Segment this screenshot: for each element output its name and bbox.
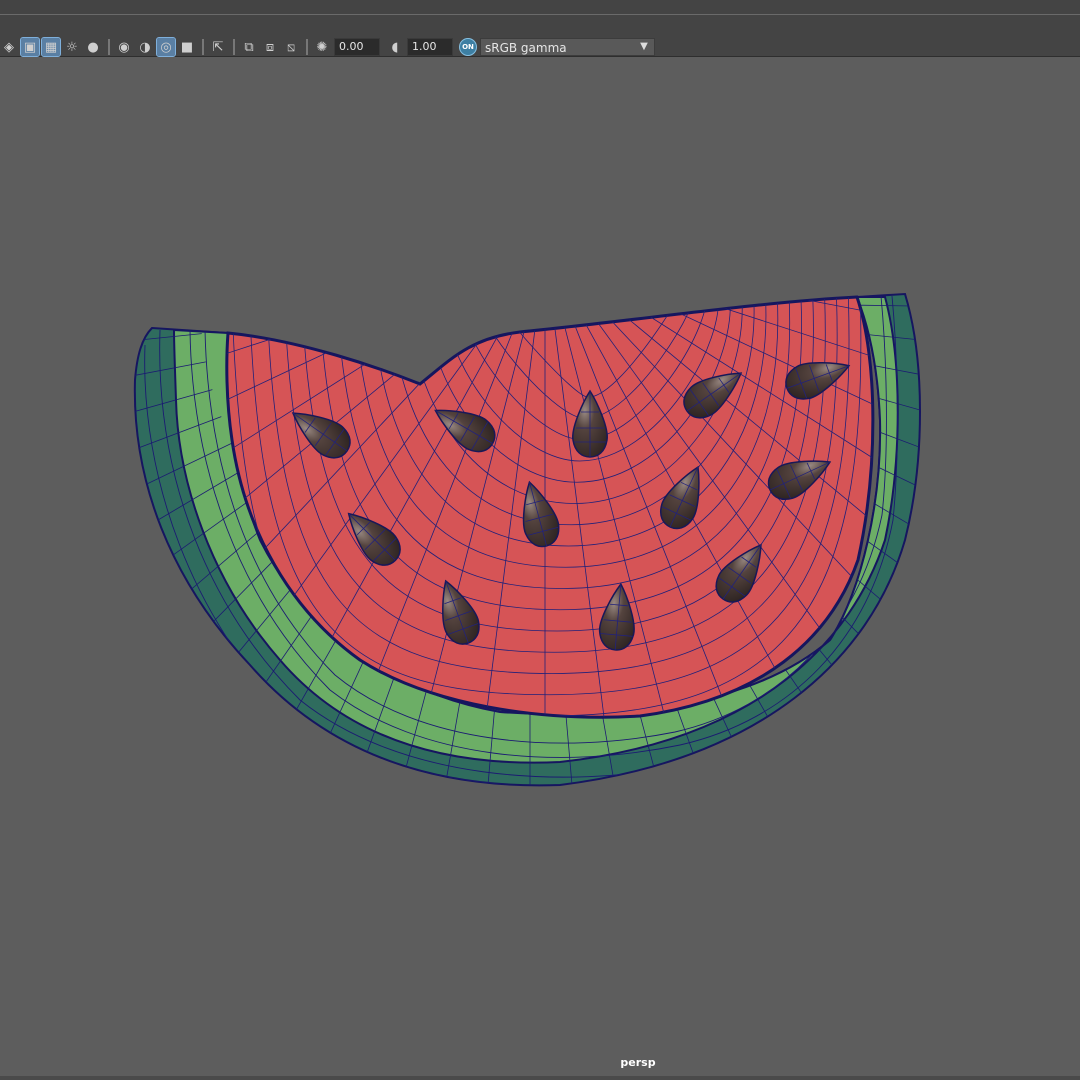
textured-icon[interactable]: ▦ [41,37,61,57]
wireframe-shade-icon[interactable]: ◈ [0,38,18,56]
toolbar-divider [306,39,308,55]
color-management-toggle[interactable]: ON [459,38,477,56]
xray-joints-icon[interactable]: ⧈ [261,38,279,56]
color-space-value: sRGB gamma [485,41,567,55]
viewport-bottom-border [0,1076,1080,1080]
watermelon-model [133,292,921,787]
exposure-icon[interactable]: ✺ [313,38,331,56]
xray-components-icon[interactable]: ⧅ [282,38,300,56]
shadows-icon[interactable]: ● [84,38,102,56]
screen-space-ao-icon[interactable]: ◑ [136,38,154,56]
camera-name-label: persp [620,1056,656,1069]
bounding-box-icon[interactable]: ▣ [20,37,40,57]
ambient-occlusion-icon[interactable]: ◉ [115,38,133,56]
gamma-icon[interactable]: ◖ [386,38,404,56]
motion-blur-icon[interactable]: ◎ [156,37,176,57]
exposure-field[interactable]: 0.00 [334,38,380,56]
isolate-select-icon[interactable]: ⇱ [209,38,227,56]
multisample-aa-icon[interactable]: ■ [178,38,196,56]
toolbar-divider [233,39,235,55]
gamma-field[interactable]: 1.00 [407,38,453,56]
viewport-toolbar: ◈ ▣ ▦ ☼ ● ◉ ◑ ◎ ■ ⇱ ⧉ ⧈ ⧅ ✺ 0.00 ◖ 1.00 … [0,15,1080,57]
toolbar-divider [108,39,110,55]
title-strip [0,0,1080,15]
chevron-down-icon[interactable]: ▼ [634,38,654,56]
lighting-icon[interactable]: ☼ [63,38,81,56]
3d-viewport[interactable] [0,57,1080,1080]
toolbar-divider [202,39,204,55]
xray-icon[interactable]: ⧉ [240,38,258,56]
color-space-dropdown[interactable]: sRGB gamma ▼ [480,38,655,56]
toolbar-row: ◈ ▣ ▦ ☼ ● ◉ ◑ ◎ ■ ⇱ ⧉ ⧈ ⧅ ✺ 0.00 ◖ 1.00 … [0,36,655,58]
